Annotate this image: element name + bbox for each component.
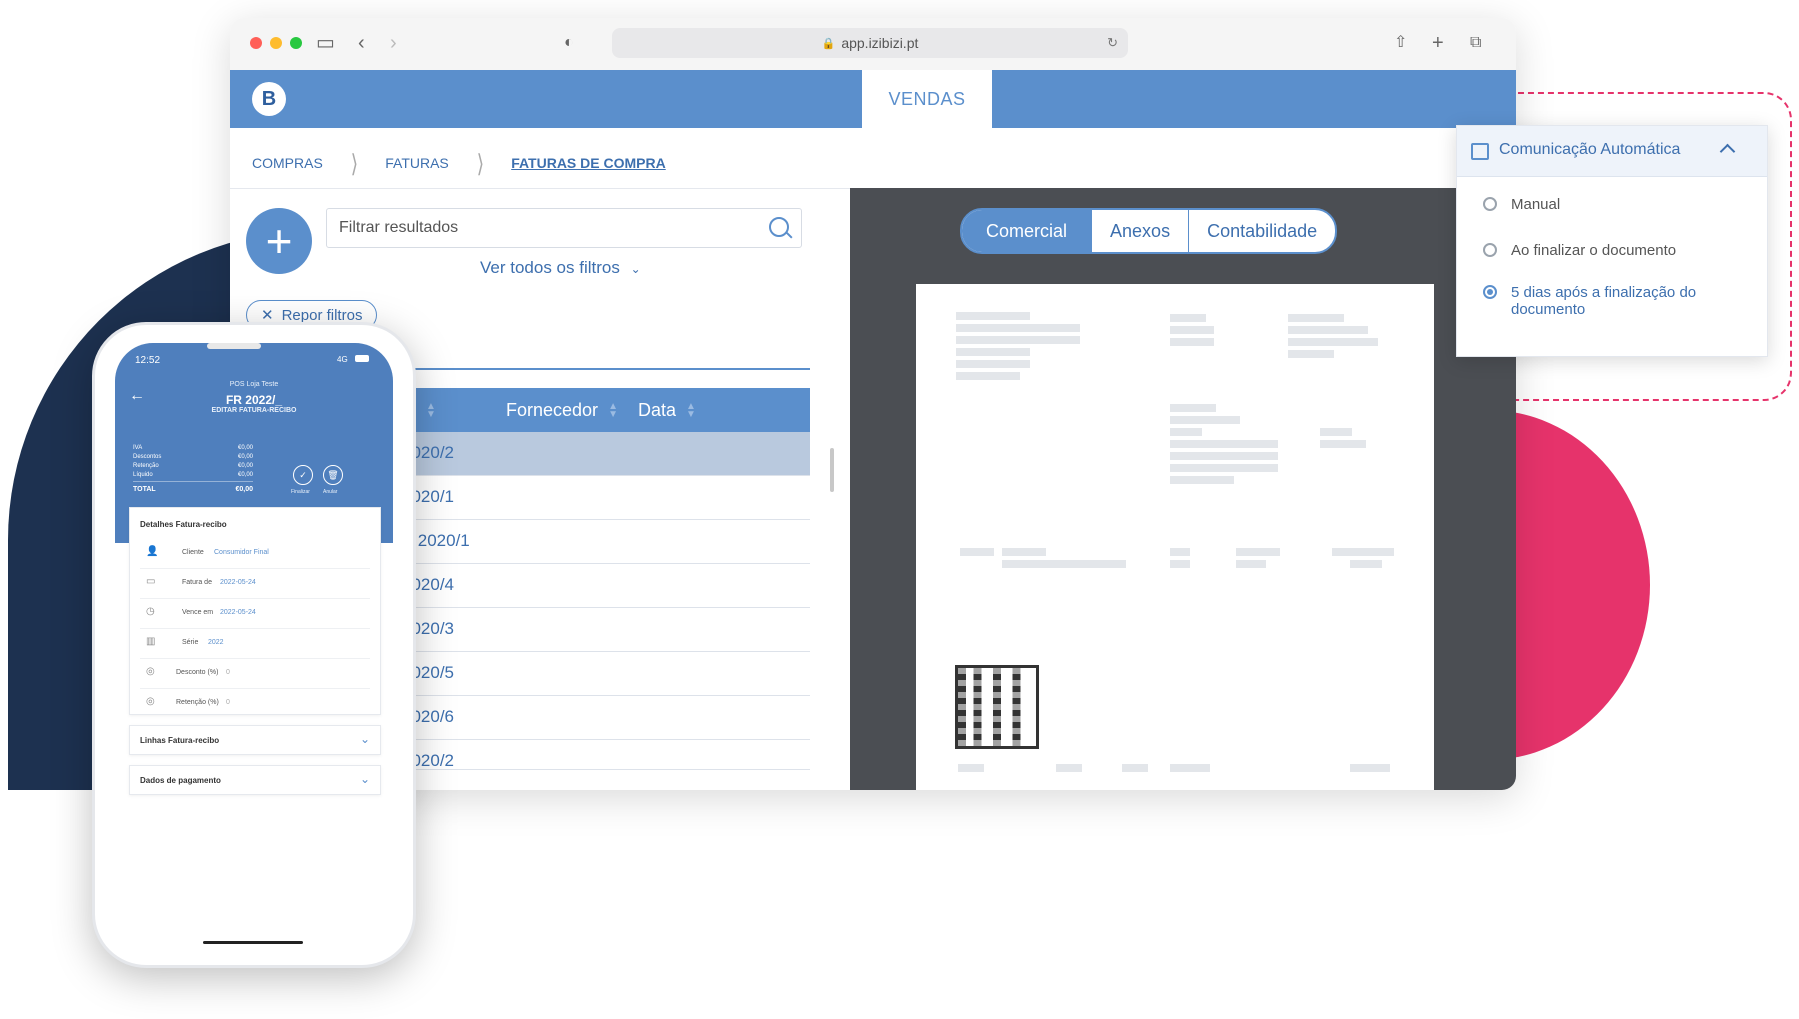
share-icon[interactable]: ⇧ — [1394, 32, 1407, 54]
summary-list: IVA €0,00 Descontos €0,00 Retenção €0,00 Lí… — [133, 445, 253, 498]
option-manual[interactable]: Manual — [1483, 196, 1753, 213]
browser-window: ▭ ‹ › ◐ 🔒 app.izibizi.pt ↻ ⇧ + ⧉ B VENDA… — [230, 18, 1516, 790]
details-title: Detalhes Fatura-recibo — [140, 520, 227, 529]
chevron-down-icon[interactable]: ⌄ — [360, 772, 370, 786]
search-icon[interactable] — [769, 217, 789, 237]
app-logo[interactable]: B — [252, 82, 286, 116]
phone-speaker — [207, 343, 261, 349]
auto-communication-title: Comunicação Automática — [1499, 141, 1681, 158]
tab-anexos[interactable]: Anexos — [1091, 210, 1188, 252]
tab-comercial[interactable]: Comercial — [962, 210, 1092, 252]
search-placeholder: Filtrar resultados — [339, 219, 459, 236]
store-name: POS Loja Teste — [229, 381, 279, 388]
finalize-label: Finalizar — [291, 489, 310, 495]
phone-network: 4G — [337, 355, 348, 364]
details-card: Detalhes Fatura-recibo 👤 Cliente Consumido… — [129, 507, 381, 715]
payment-section[interactable]: Dados de pagamento ⌄ — [129, 765, 381, 795]
add-button[interactable]: + — [246, 208, 312, 274]
maximize-window-icon[interactable] — [290, 37, 302, 49]
detail-row[interactable]: 👤 Cliente Consumidor Final — [140, 538, 370, 569]
payment-title: Dados de pagamento — [140, 776, 221, 785]
document-title: FR 2022/_ — [225, 393, 283, 407]
option-on-finalize[interactable]: Ao finalizar o documento — [1483, 242, 1753, 259]
reset-filters-label: Repor filtros — [281, 306, 363, 324]
viewer-tabs: Comercial Anexos Contabilidade — [960, 208, 1338, 254]
url-text: app.izibizi.pt — [841, 35, 919, 51]
battery-icon — [355, 355, 369, 362]
trash-icon[interactable]: 🗑 — [323, 465, 343, 485]
document-subtitle: EDITAR FATURA-RECIBO — [211, 407, 297, 414]
chevron-down-icon[interactable]: ⌄ — [360, 732, 370, 746]
radio-icon[interactable] — [1483, 243, 1497, 257]
all-filters-toggle[interactable]: Ver todos os filtros ⌄ — [480, 258, 641, 278]
radio-selected-icon[interactable] — [1483, 285, 1497, 299]
tabs-overview-icon[interactable]: ⧉ — [1470, 32, 1481, 54]
detail-row[interactable]: ◎ Desconto (%) 0 — [140, 658, 370, 689]
detail-row[interactable]: ◎ Retenção (%) 0 — [140, 688, 370, 718]
chevron-up-icon[interactable] — [1719, 143, 1736, 160]
lock-icon: 🔒 — [821, 37, 836, 50]
breadcrumb: COMPRAS ❭ FATURAS ❭ FATURAS DE COMPRA — [252, 150, 666, 176]
document-viewer: Comercial Anexos Contabilidade — [850, 188, 1516, 790]
lines-title: Linhas Fatura-recibo — [140, 736, 220, 745]
phone-mockup: 12:52 4G ← POS Loja Teste FR 2022/_ EDIT… — [92, 322, 416, 968]
radio-icon[interactable] — [1483, 197, 1497, 211]
sidebar-toggle-icon[interactable]: ▭ — [316, 32, 335, 54]
minimize-window-icon[interactable] — [270, 37, 282, 49]
panel-scrollbar[interactable] — [830, 448, 834, 492]
app-topbar: B VENDAS — [230, 70, 1516, 128]
sort-icon: ▲ ▼ — [608, 401, 618, 421]
chevron-down-icon: ⌄ — [630, 262, 641, 276]
all-filters-label: Ver todos os filtros — [480, 258, 620, 277]
search-input[interactable]: Filtrar resultados — [326, 208, 802, 248]
breadcrumb-faturas[interactable]: FATURAS — [385, 155, 449, 171]
finalize-icon[interactable]: ✓ — [293, 465, 313, 485]
back-icon[interactable]: ‹ — [358, 32, 365, 54]
address-bar[interactable]: 🔒 app.izibizi.pt ↻ — [612, 28, 1128, 58]
option-five-days[interactable]: 5 dias após a finalização do documento — [1483, 284, 1753, 318]
tab-vendas[interactable]: VENDAS — [862, 70, 992, 128]
phone-time: 12:52 — [135, 355, 161, 366]
auto-communication-header[interactable]: Comunicação Automática — [1457, 126, 1767, 177]
cancel-label: Anular — [323, 489, 338, 495]
breadcrumb-faturas-de-compra[interactable]: FATURAS DE COMPRA — [511, 155, 666, 171]
divider — [230, 188, 850, 189]
document-preview — [916, 284, 1434, 790]
sort-icon: ▲ ▼ — [426, 401, 436, 421]
breadcrumb-compras[interactable]: COMPRAS — [252, 155, 323, 171]
column-fornecedor[interactable]: Fornecedor ▲ ▼ — [506, 400, 618, 421]
detail-row[interactable]: ▭ Fatura de 2022-05-24 — [140, 568, 370, 599]
detail-row[interactable]: ◷ Vence em 2022-05-24 — [140, 598, 370, 629]
new-tab-icon[interactable]: + — [1432, 32, 1444, 54]
privacy-shield-icon[interactable]: ◐ — [564, 32, 574, 54]
breadcrumb-separator: ❭ — [475, 150, 485, 175]
detail-row[interactable]: ▥ Série 2022 — [140, 628, 370, 659]
breadcrumb-separator: ❭ — [349, 150, 359, 175]
calendar-icon — [1471, 143, 1489, 160]
reload-icon[interactable]: ↻ — [1107, 35, 1118, 51]
sort-icon: ▲ ▼ — [686, 401, 696, 421]
lines-section[interactable]: Linhas Fatura-recibo ⌄ — [129, 725, 381, 755]
tab-contabilidade[interactable]: Contabilidade — [1188, 210, 1335, 252]
auto-communication-panel: Comunicação Automática Manual Ao finaliz… — [1456, 125, 1768, 357]
home-indicator — [203, 941, 303, 944]
column-data[interactable]: Data ▲ ▼ — [638, 400, 696, 421]
forward-icon[interactable]: › — [390, 32, 397, 54]
close-window-icon[interactable] — [250, 37, 262, 49]
browser-chrome: ▭ ‹ › ◐ 🔒 app.izibizi.pt ↻ ⇧ + ⧉ — [230, 18, 1516, 70]
